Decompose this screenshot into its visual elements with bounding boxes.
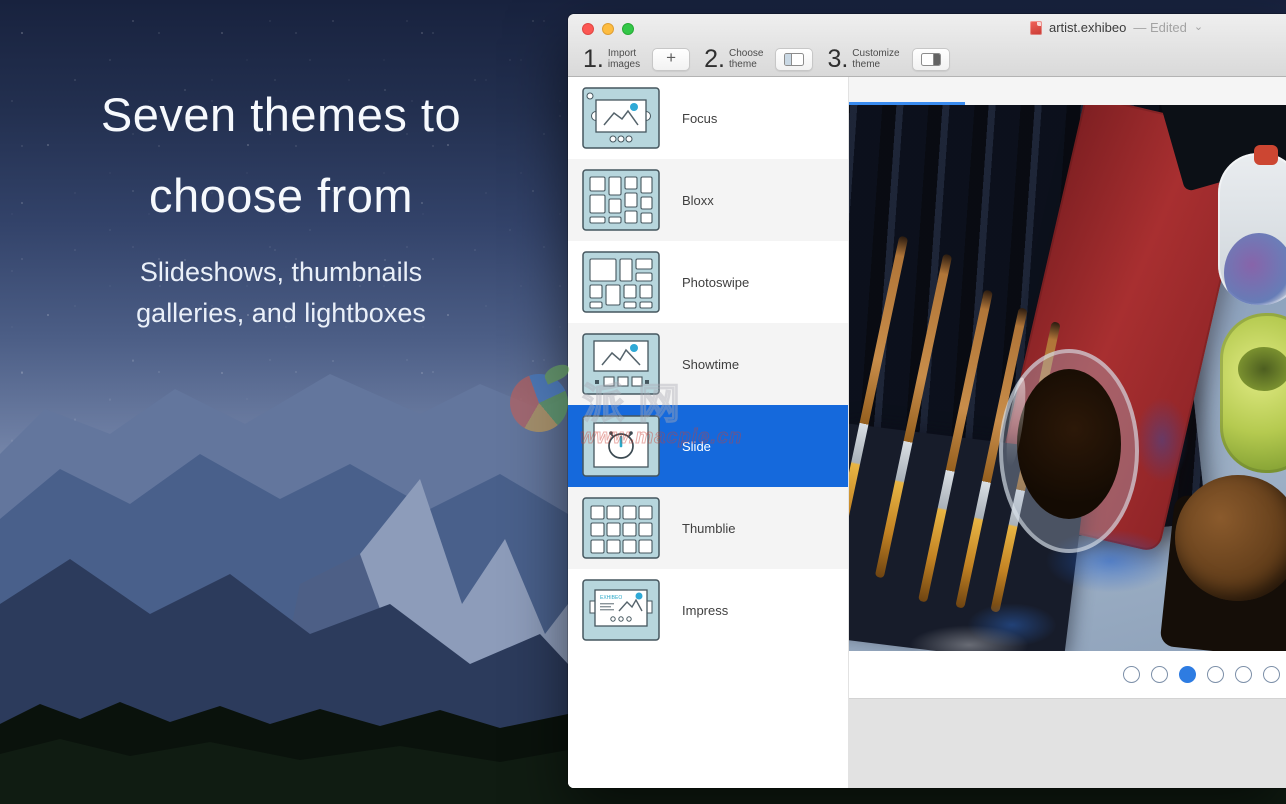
theme-row-photoswipe[interactable]: Photoswipe [568,241,848,323]
theme-row-bloxx[interactable]: Bloxx [568,159,848,241]
document-status: — Edited [1133,20,1187,35]
theme-row-showtime[interactable]: Showtime [568,323,848,405]
preview-photo [849,105,1286,651]
bloxx-theme-icon [582,169,660,231]
document-title: artist.exhibeo [1049,20,1127,35]
pagination-dot-active[interactable] [1179,666,1196,683]
window-body: Focus Bloxx Photoswipe Showtime Slide Th… [568,77,1286,788]
hero-sub-line2: galleries, and lightboxes [136,298,426,328]
hero-headline: Seven themes to choose from [0,74,562,236]
hero-headline-line1: Seven themes to [100,88,462,141]
pagination-dot[interactable] [1123,666,1140,683]
pagination-dot[interactable] [1151,666,1168,683]
step-label: Import images [607,47,641,71]
paint-stain [1135,397,1189,483]
step-number: 2. [704,44,725,73]
theme-name: Impress [682,602,729,618]
import-images-button[interactable]: + [652,47,691,71]
theme-preview [849,77,1286,788]
inspector-layout-icon [920,52,941,66]
preview-topbar [849,77,1286,105]
theme-name: Thumblie [682,520,736,536]
theme-row-impress[interactable]: EXHIBEO Impress [568,569,848,651]
hero-headline-line2: choose from [148,169,414,222]
green-jar [1220,313,1286,473]
theme-row-slide[interactable]: Slide [568,405,848,487]
slideshow-pagination [849,651,1286,699]
window-chrome: artist.exhibeo — Edited ⌄ 1. Import image… [568,14,1286,77]
hero-subheadline: Slideshows, thumbnails galleries, and lig… [0,252,562,334]
theme-name: Bloxx [682,192,714,208]
theme-row-focus[interactable]: Focus [568,77,848,159]
showtime-theme-icon [582,333,660,395]
toolbar: 1. Import images + 2. Choose theme 3. Cust… [568,42,1286,76]
exhibeo-window: artist.exhibeo — Edited ⌄ 1. Import image… [568,14,1286,788]
theme-name: Slide [682,438,711,454]
slide-theme-icon [582,415,660,477]
jar-cap [1254,145,1278,165]
thumblie-theme-icon [582,497,660,559]
hero-sub-line1: Slideshows, thumbnails [139,257,423,287]
pagination-dot[interactable] [1263,666,1280,683]
plus-icon: + [666,48,677,67]
theme-name: Photoswipe [682,274,750,290]
choose-theme-button[interactable] [775,47,814,71]
coffee-glass [999,349,1139,553]
pagination-dot[interactable] [1235,666,1252,683]
step-choose-theme: 2. Choose theme [704,44,814,73]
chevron-down-icon[interactable]: ⌄ [1194,20,1203,33]
step-label: Choose theme [728,47,764,71]
preview-footer [849,699,1286,788]
theme-row-thumblie[interactable]: Thumblie [568,487,848,569]
customize-theme-button[interactable] [911,47,950,71]
focus-theme-icon [582,87,660,149]
traffic-lights [582,23,634,35]
svg-text:EXHIBEO: EXHIBEO [600,595,622,601]
close-button[interactable] [582,23,594,35]
step-number: 1. [583,44,604,73]
step-customize-theme: 3. Customize theme [827,44,950,73]
step-label: Customize theme [852,47,900,71]
document-icon [1030,20,1042,35]
pagination-dot[interactable] [1207,666,1224,683]
sidebar-layout-icon [784,52,805,66]
photoswipe-theme-icon [582,251,660,313]
hero-copy: Seven themes to choose from Slideshows, t… [0,74,562,334]
step-import-images: 1. Import images + [583,44,691,73]
title-bar[interactable]: artist.exhibeo — Edited ⌄ [568,14,1286,42]
document-title-group[interactable]: artist.exhibeo — Edited ⌄ [1030,20,1203,35]
paint-jar [1218,153,1286,305]
impress-theme-icon: EXHIBEO [582,579,660,641]
minimize-button[interactable] [602,23,614,35]
step-number: 3. [827,44,849,73]
theme-name: Focus [682,110,718,126]
theme-name: Showtime [682,356,740,372]
zoom-button[interactable] [622,23,634,35]
theme-list: Focus Bloxx Photoswipe Showtime Slide Th… [568,77,849,788]
